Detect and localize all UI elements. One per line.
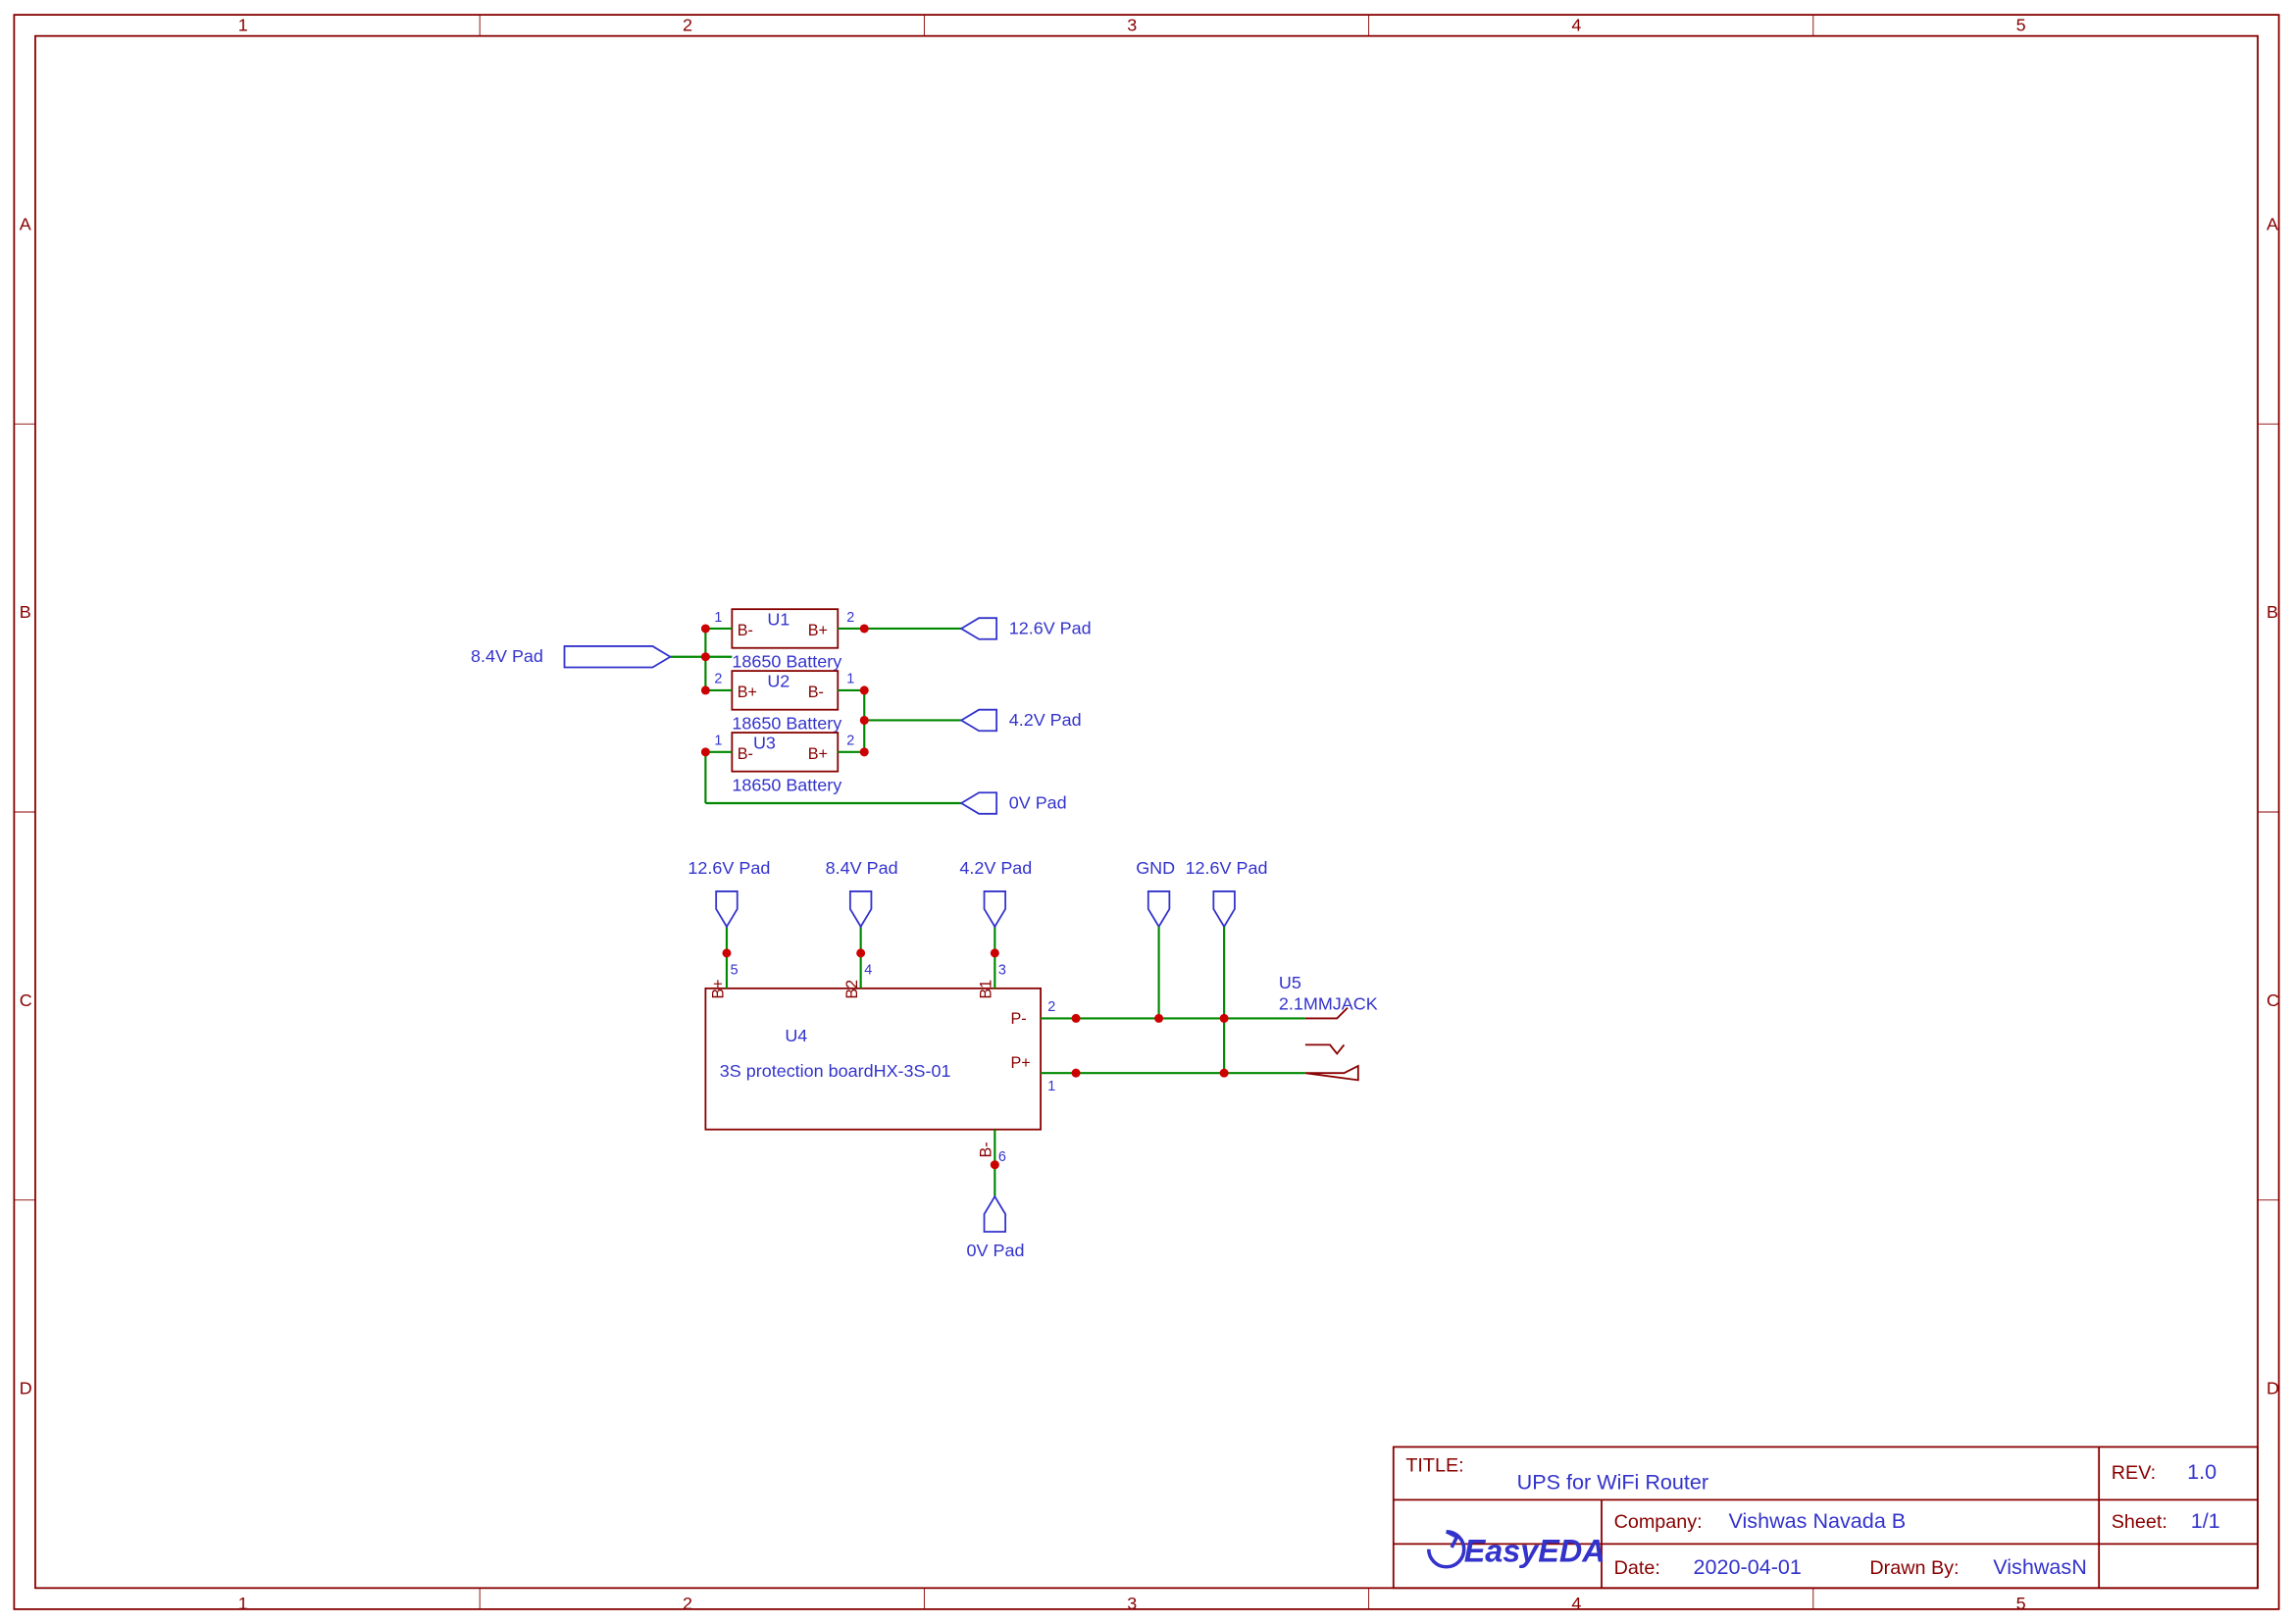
- svg-text:U1: U1: [767, 609, 790, 629]
- u4-bottom-wire: [991, 1130, 999, 1196]
- svg-text:2: 2: [683, 1594, 692, 1613]
- svg-text:4: 4: [864, 962, 872, 978]
- net-8-4v-pad-left: 8.4V Pad: [471, 646, 670, 668]
- svg-text:B-: B-: [808, 684, 824, 701]
- svg-text:0V Pad: 0V Pad: [967, 1241, 1025, 1260]
- svg-text:Drawn By:: Drawn By:: [1869, 1557, 1959, 1579]
- svg-text:1: 1: [1047, 1079, 1055, 1094]
- svg-text:5: 5: [2016, 1594, 2026, 1613]
- net-4-2v-pad-u2u3: 4.2V Pad: [961, 710, 1081, 732]
- svg-text:B+: B+: [738, 684, 757, 701]
- svg-text:4: 4: [1571, 1594, 1581, 1613]
- component-u1: U1 18650 Battery B- B+ 1 2: [714, 609, 854, 671]
- svg-text:2: 2: [846, 734, 854, 749]
- svg-text:TITLE:: TITLE:: [1405, 1455, 1463, 1477]
- svg-text:8.4V Pad: 8.4V Pad: [826, 858, 898, 878]
- svg-text:Vishwas Navada B: Vishwas Navada B: [1728, 1508, 1906, 1533]
- component-u2: U2 18650 Battery B+ B- 2 1: [714, 671, 854, 733]
- svg-text:B: B: [2267, 602, 2278, 622]
- svg-text:UPS for WiFi Router: UPS for WiFi Router: [1517, 1470, 1708, 1495]
- svg-text:2: 2: [846, 610, 854, 626]
- svg-text:4.2V Pad: 4.2V Pad: [959, 858, 1032, 878]
- svg-text:12.6V Pad: 12.6V Pad: [1186, 858, 1268, 878]
- svg-text:B-: B-: [978, 1142, 995, 1157]
- svg-text:1: 1: [238, 1594, 248, 1613]
- svg-text:B: B: [20, 602, 31, 622]
- net-12-6v-pad-u4: 12.6V Pad: [688, 858, 770, 927]
- svg-text:U3: U3: [753, 733, 776, 752]
- svg-text:B+: B+: [808, 745, 828, 763]
- svg-text:2: 2: [1047, 999, 1055, 1015]
- svg-text:P+: P+: [1011, 1054, 1031, 1072]
- svg-text:U5: U5: [1279, 973, 1301, 992]
- svg-text:18650 Battery: 18650 Battery: [732, 713, 841, 733]
- svg-text:P-: P-: [1011, 1010, 1027, 1028]
- svg-text:8.4V Pad: 8.4V Pad: [471, 646, 543, 666]
- svg-text:EasyEDA: EasyEDA: [1464, 1533, 1605, 1568]
- svg-text:18650 Battery: 18650 Battery: [732, 775, 841, 794]
- svg-text:3S protection boardHX-3S-01: 3S protection boardHX-3S-01: [720, 1061, 951, 1081]
- svg-text:1: 1: [714, 734, 722, 749]
- inner-frame: [35, 36, 2258, 1589]
- svg-text:REV:: REV:: [2112, 1462, 2156, 1484]
- u4-right-wires: [1041, 927, 1305, 1078]
- svg-text:Company:: Company:: [1614, 1511, 1703, 1533]
- svg-text:3: 3: [1127, 15, 1137, 34]
- svg-text:1: 1: [238, 15, 248, 34]
- svg-text:3: 3: [1127, 1594, 1137, 1613]
- svg-text:Date:: Date:: [1614, 1557, 1660, 1579]
- u4-top-wires: [722, 927, 998, 989]
- net-4-2v-pad-u4: 4.2V Pad: [959, 858, 1032, 927]
- net-8-4v-pad-u4: 8.4V Pad: [826, 858, 898, 927]
- svg-text:1.0: 1.0: [2187, 1459, 2217, 1484]
- svg-text:B2: B2: [843, 980, 861, 999]
- svg-text:5: 5: [731, 962, 739, 978]
- svg-text:A: A: [20, 215, 31, 234]
- component-u5: U5 2.1MMJACK: [1279, 973, 1378, 1081]
- svg-text:1: 1: [846, 672, 854, 687]
- svg-text:2: 2: [683, 15, 692, 34]
- net-12-6v-pad-u1: 12.6V Pad: [961, 618, 1091, 639]
- column-ruler: 1 2 3 4 5 1 2 3 4 5: [238, 15, 2026, 1613]
- svg-text:B-: B-: [738, 622, 753, 639]
- svg-text:4: 4: [1571, 15, 1581, 34]
- svg-text:D: D: [2267, 1378, 2279, 1397]
- svg-text:U2: U2: [767, 671, 790, 690]
- svg-text:C: C: [20, 990, 32, 1010]
- component-u3: U3 18650 Battery B- B+ 1 2: [714, 733, 854, 794]
- svg-text:5: 5: [2016, 15, 2026, 34]
- svg-text:2.1MMJACK: 2.1MMJACK: [1279, 993, 1378, 1013]
- svg-text:D: D: [20, 1378, 32, 1397]
- net-0v-pad-u3: 0V Pad: [961, 792, 1067, 814]
- svg-text:2020-04-01: 2020-04-01: [1694, 1554, 1802, 1579]
- svg-text:0V Pad: 0V Pad: [1009, 792, 1067, 812]
- svg-text:3: 3: [998, 962, 1006, 978]
- svg-text:18650 Battery: 18650 Battery: [732, 652, 841, 672]
- svg-text:6: 6: [998, 1149, 1006, 1165]
- svg-text:2: 2: [714, 672, 722, 687]
- outer-frame: [14, 15, 2278, 1609]
- svg-text:GND: GND: [1136, 858, 1175, 878]
- row-ruler: A A B B C C D D: [14, 215, 2279, 1398]
- svg-text:VishwasN: VishwasN: [1993, 1554, 2087, 1579]
- svg-text:B+: B+: [808, 622, 828, 639]
- net-0v-pad-u4: 0V Pad: [967, 1196, 1025, 1260]
- svg-text:B1: B1: [978, 980, 995, 999]
- svg-text:C: C: [2267, 990, 2279, 1010]
- svg-text:B-: B-: [738, 745, 753, 763]
- svg-text:1: 1: [714, 610, 722, 626]
- easyeda-logo-icon: [1429, 1532, 1464, 1567]
- svg-text:1/1: 1/1: [2191, 1508, 2220, 1533]
- svg-text:12.6V Pad: 12.6V Pad: [1009, 618, 1092, 637]
- svg-text:Sheet:: Sheet:: [2112, 1511, 2167, 1533]
- svg-text:A: A: [2267, 215, 2278, 234]
- svg-text:B+: B+: [709, 979, 727, 998]
- net-12-6v-top: 12.6V Pad: [1186, 858, 1268, 927]
- svg-text:4.2V Pad: 4.2V Pad: [1009, 710, 1082, 730]
- title-block: TITLE: UPS for WiFi Router REV: 1.0 Comp…: [1394, 1446, 2258, 1588]
- net-gnd-top: GND: [1136, 858, 1175, 927]
- svg-text:12.6V Pad: 12.6V Pad: [688, 858, 770, 878]
- svg-text:U4: U4: [785, 1026, 807, 1045]
- component-u4: U4 3S protection boardHX-3S-01 B+ B2 B1 …: [705, 962, 1055, 1165]
